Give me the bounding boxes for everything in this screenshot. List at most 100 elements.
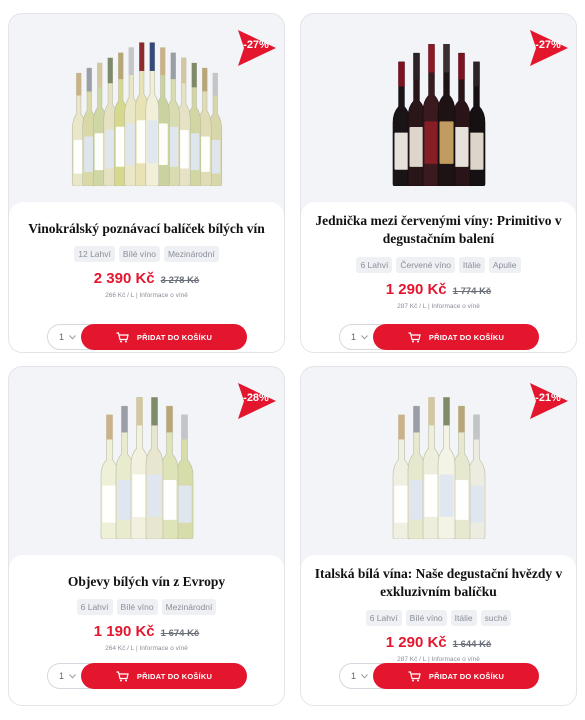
- product-card[interactable]: -27% Jednička mezi červenými víny: Primi…: [300, 13, 577, 353]
- tag: Mezinárodní: [161, 599, 217, 615]
- discount-label: -27%: [535, 39, 561, 51]
- price-row: 1 290 Kč 1 774 Kč: [301, 281, 576, 298]
- wine-bottle: [437, 397, 455, 539]
- wine-bottle: [422, 397, 440, 539]
- add-to-cart-button[interactable]: PŘIDAT DO KOŠÍKU: [81, 324, 247, 350]
- cart-actions: 1 PŘIDAT DO KOŠÍKU: [339, 324, 539, 350]
- tag: Itálie: [458, 257, 485, 273]
- tag: Bílé víno: [405, 610, 447, 626]
- wine-bottle: [422, 44, 440, 186]
- unit-price: 287 Kč / L: [397, 303, 427, 310]
- cart-icon: [408, 670, 421, 681]
- old-price: 1 674 Kč: [160, 628, 200, 639]
- price-row: 1 290 Kč 1 644 Kč: [301, 634, 576, 651]
- wine-bottle: [115, 405, 133, 539]
- add-to-cart-label: PŘIDAT DO KOŠÍKU: [136, 671, 213, 681]
- price-row: 2 390 Kč 3 278 Kč: [9, 270, 284, 287]
- wine-bottle: [144, 42, 159, 186]
- discount-badge: -27%: [526, 28, 570, 68]
- discount-badge: -27%: [234, 28, 278, 68]
- discount-badge: -21%: [526, 381, 570, 421]
- tag: Bílé víno: [116, 599, 158, 615]
- product-title[interactable]: Vinokrálský poznávací balíček bílých vín: [9, 219, 284, 239]
- wine-bottle: [452, 52, 470, 186]
- wine-info-link[interactable]: Informace o víně: [139, 645, 187, 652]
- price: 1 290 Kč: [385, 281, 447, 298]
- wine-info-link[interactable]: Informace o víně: [139, 292, 187, 299]
- wine-bottle: [392, 414, 410, 539]
- old-price: 1 644 Kč: [452, 639, 492, 650]
- unit-price-line: 287 Kč / L | Informace o víně: [397, 656, 480, 663]
- wine-bottle: [175, 414, 193, 539]
- wine-bottle: [100, 414, 118, 539]
- discount-badge: -28%: [234, 381, 278, 421]
- tag: 6 Lahví: [76, 599, 113, 615]
- wine-bottle: [452, 405, 470, 539]
- tag: 6 Lahví: [356, 257, 393, 273]
- old-price: 3 278 Kč: [160, 275, 200, 286]
- wine-bottle: [407, 52, 425, 186]
- discount-label: -27%: [243, 39, 269, 51]
- product-card[interactable]: -28% Objevy bílých vín z Evropy 6 Lahví …: [8, 366, 285, 706]
- cart-icon: [116, 331, 129, 342]
- old-price: 1 774 Kč: [452, 286, 492, 297]
- wine-info-link[interactable]: Informace o víně: [431, 656, 479, 663]
- wine-bottle: [392, 61, 410, 186]
- product-tags: 6 Lahví Bílé víno Itálie suché: [301, 610, 576, 626]
- tag: 6 Lahví: [365, 610, 402, 626]
- product-tags: 12 Lahví Bílé víno Mezinárodní: [9, 246, 284, 262]
- tag: 12 Lahví: [74, 246, 115, 262]
- price: 1 290 Kč: [385, 634, 447, 651]
- chevron-down-icon: [69, 334, 76, 340]
- discount-label: -21%: [535, 392, 561, 404]
- wine-bottle: [467, 61, 485, 186]
- wine-info-link[interactable]: Informace o víně: [431, 303, 479, 310]
- cart-icon: [116, 670, 129, 681]
- product-title[interactable]: Jednička mezi červenými víny: Primitivo …: [301, 210, 576, 250]
- product-tags: 6 Lahví Bílé víno Mezinárodní: [9, 599, 284, 615]
- add-to-cart-label: PŘIDAT DO KOŠÍKU: [428, 332, 505, 342]
- product-tags: 6 Lahví Červené víno Itálie Apulie: [301, 257, 576, 273]
- bottles-image: [392, 397, 485, 539]
- price: 1 190 Kč: [93, 623, 155, 640]
- tag: Itálie: [450, 610, 477, 626]
- tag: suché: [480, 610, 512, 626]
- cart-icon: [408, 331, 421, 342]
- wine-bottle: [145, 397, 163, 539]
- add-to-cart-button[interactable]: PŘIDAT DO KOŠÍKU: [373, 324, 539, 350]
- chevron-down-icon: [361, 334, 368, 340]
- cart-actions: 1 PŘIDAT DO KOŠÍKU: [339, 663, 539, 689]
- unit-price: 264 Kč / L: [105, 645, 135, 652]
- product-card[interactable]: -27% Vinokrálský poznávací balíček bílýc…: [8, 13, 285, 353]
- unit-price: 266 Kč / L: [105, 292, 135, 299]
- quantity-value: 1: [351, 671, 357, 681]
- wine-bottle: [437, 44, 455, 186]
- product-grid: -27% Vinokrálský poznávací balíček bílýc…: [0, 0, 585, 720]
- cart-actions: 1 PŘIDAT DO KOŠÍKU: [47, 324, 247, 350]
- price-row: 1 190 Kč 1 674 Kč: [9, 623, 284, 640]
- add-to-cart-label: PŘIDAT DO KOŠÍKU: [136, 332, 213, 342]
- product-title[interactable]: Objevy bílých vín z Evropy: [9, 572, 284, 592]
- wine-bottle: [130, 397, 148, 539]
- cart-actions: 1 PŘIDAT DO KOŠÍKU: [47, 663, 247, 689]
- price: 2 390 Kč: [93, 270, 155, 287]
- unit-price-line: 266 Kč / L | Informace o víně: [105, 292, 188, 299]
- product-card[interactable]: -21% Italská bílá vína: Naše degustační …: [300, 366, 577, 706]
- quantity-value: 1: [351, 332, 357, 342]
- add-to-cart-label: PŘIDAT DO KOŠÍKU: [428, 671, 505, 681]
- unit-price-line: 287 Kč / L | Informace o víně: [397, 303, 480, 310]
- tag: Apulie: [488, 257, 521, 273]
- tag: Červené víno: [396, 257, 455, 273]
- unit-price: 287 Kč / L: [397, 656, 427, 663]
- bottles-image: [71, 42, 222, 186]
- bottles-image: [100, 397, 193, 539]
- chevron-down-icon: [361, 673, 368, 679]
- wine-bottle: [407, 405, 425, 539]
- bottles-image: [392, 44, 485, 186]
- add-to-cart-button[interactable]: PŘIDAT DO KOŠÍKU: [81, 663, 247, 689]
- wine-bottle: [160, 405, 178, 539]
- tag: Bílé víno: [118, 246, 160, 262]
- add-to-cart-button[interactable]: PŘIDAT DO KOŠÍKU: [373, 663, 539, 689]
- chevron-down-icon: [69, 673, 76, 679]
- product-title[interactable]: Italská bílá vína: Naše degustační hvězd…: [301, 563, 576, 603]
